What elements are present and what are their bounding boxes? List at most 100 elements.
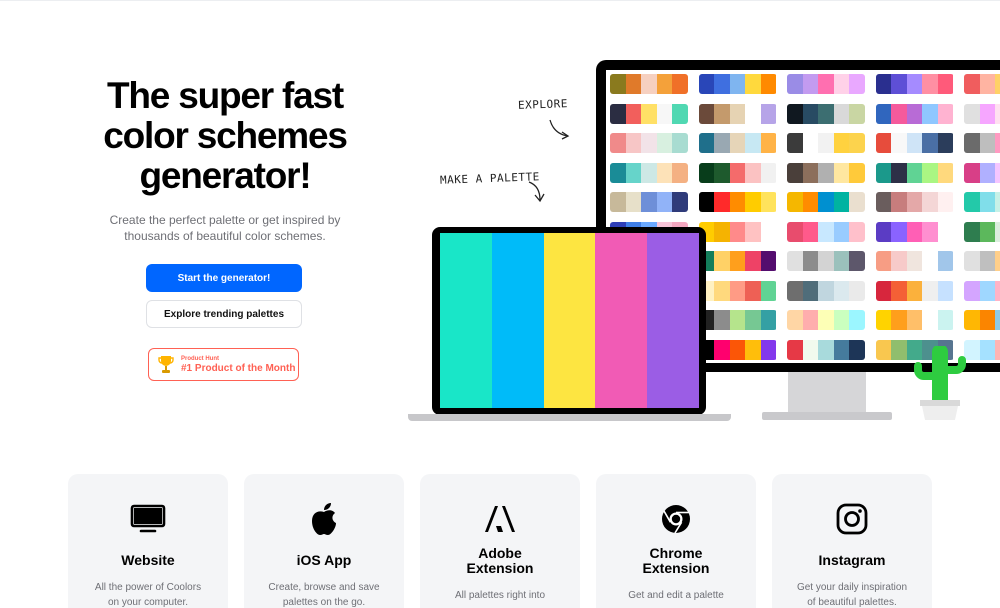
palette-swatch-row[interactable] [964,162,1000,183]
palette-color [641,192,657,212]
palette-color [787,310,803,330]
palette-swatch-row[interactable] [787,162,865,183]
palette-swatch-row[interactable] [875,162,954,183]
palette-color [760,74,777,94]
palette-color [625,133,642,153]
palette-swatch-row[interactable] [787,251,865,271]
palette-color [818,133,834,153]
palette-color [787,192,803,212]
palette-swatch-row[interactable] [964,74,1000,94]
palette-swatch-row[interactable] [698,310,777,330]
palette-swatch-row[interactable] [610,133,688,153]
monitor-icon [68,500,228,538]
palette-color [937,221,954,242]
palette-color [818,74,834,94]
palette-color [672,192,688,212]
palette-swatch-row[interactable] [875,103,954,124]
hero-subtitle: Create the perfect palette or get inspir… [109,213,341,243]
palette-swatch-row[interactable] [875,221,954,242]
palette-color [625,192,642,212]
palette-color [760,310,777,330]
palette-color [818,221,834,242]
palette-color [729,251,746,271]
palette-color [937,192,954,212]
palette-swatch-row[interactable] [787,74,865,94]
palette-color [787,280,803,301]
palette-swatch-row[interactable] [875,192,954,212]
card-description: Create, browse and save palettes on the … [268,582,380,608]
palette-swatch-row[interactable] [875,133,954,153]
product-hunt-badge[interactable]: Product Hunt #1 Product of the Month [148,348,299,381]
palette-swatch-row[interactable] [698,251,777,271]
palette-color [787,162,803,183]
chrome-extension-card[interactable]: Chrome Extension Get and edit a palette [596,474,756,608]
palette-swatch-row[interactable] [698,280,777,301]
ios-app-card[interactable]: iOS App Create, browse and save palettes… [244,474,404,608]
palette-swatch-row[interactable] [964,221,1000,242]
palette-swatch-row[interactable] [964,192,1000,212]
adobe-extension-card[interactable]: Adobe Extension All palettes right into [420,474,580,608]
palette-swatch-row[interactable] [875,280,954,301]
palette-color [625,74,642,94]
palette-swatch-row[interactable] [964,280,1000,301]
palette-swatch-row[interactable] [787,133,865,153]
palette-color [891,221,907,242]
palette-swatch-row[interactable] [875,251,954,271]
palette-swatch-row[interactable] [875,310,954,330]
palette-color [610,192,626,212]
palette-color [787,221,803,242]
palette-color [937,103,954,124]
palette-swatch-row[interactable] [787,310,865,330]
palette-color [656,162,673,183]
palette-color [979,310,996,330]
explore-trending-button[interactable]: Explore trending palettes [146,300,302,328]
palette-swatch-row[interactable] [610,74,688,94]
palette-color [964,310,980,330]
palette-color [818,339,834,360]
palette-color [833,221,850,242]
palette-swatch-row[interactable] [787,280,865,301]
palette-color [729,162,746,183]
palette-color [818,280,834,301]
palette-swatch-row[interactable] [698,192,777,212]
palette-swatch-row[interactable] [964,133,1000,153]
palette-color [849,103,865,124]
palette-color [849,192,865,212]
palette-color [745,74,761,94]
palette-swatch-row[interactable] [698,74,777,94]
palette-color [906,192,923,212]
palette-color [833,192,850,212]
palette-swatch-row[interactable] [875,74,954,94]
palette-swatch-row[interactable] [787,339,865,360]
hero-title: The super fast color schemes generator! [103,75,348,196]
palette-color [922,251,938,271]
palette-swatch-row[interactable] [787,192,865,212]
palette-swatch-row[interactable] [698,103,777,124]
palette-color [729,192,746,212]
palette-color [787,74,803,94]
palette-swatch-row[interactable] [787,103,865,124]
explore-arrow-icon [549,119,570,140]
palette-swatch-row[interactable] [610,162,688,183]
palette-swatch-row[interactable] [610,103,688,124]
badge-source-label: Product Hunt [181,355,219,362]
palette-swatch-row[interactable] [610,192,688,212]
palette-color [698,103,715,124]
website-card[interactable]: Website All the power of Coolors on your… [68,474,228,608]
palette-color [979,280,996,301]
monitor-base [762,412,892,420]
palette-swatch-row[interactable] [698,339,777,360]
palette-swatch-row[interactable] [698,133,777,153]
palette-swatch-row[interactable] [698,162,777,183]
start-generator-button[interactable]: Start the generator! [146,264,302,292]
palette-swatch-row[interactable] [964,310,1000,330]
palette-swatch-row[interactable] [787,221,865,242]
palette-swatch-row[interactable] [964,103,1000,124]
palette-color [729,310,746,330]
palette-color [937,280,954,301]
instagram-card[interactable]: Instagram Get your daily inspiration of … [772,474,932,608]
palette-swatch-row[interactable] [964,251,1000,271]
palette-color [922,133,938,153]
palette-swatch-row[interactable] [698,221,777,242]
palette-color [875,162,892,183]
